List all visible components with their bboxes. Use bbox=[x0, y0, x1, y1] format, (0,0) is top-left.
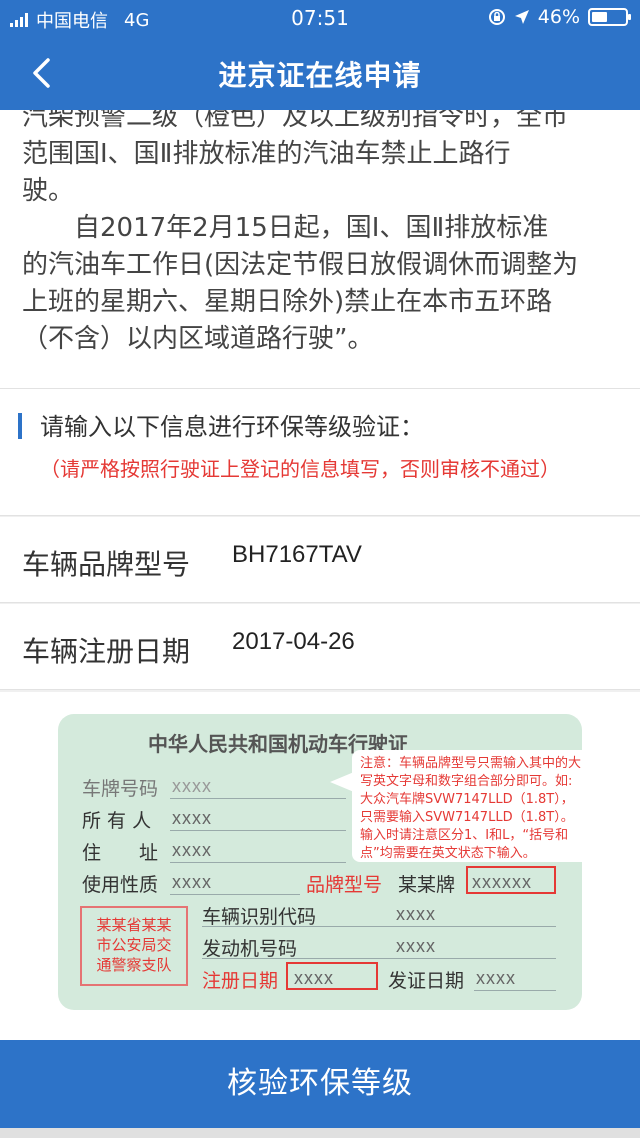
battery-percent: 46% bbox=[537, 6, 580, 28]
verify-warning: （请严格按照行驶证上登记的信息填写，否则审核不通过） bbox=[40, 457, 560, 481]
license-owner-label: 所 有 人 bbox=[82, 810, 152, 832]
intro-text: 汽柴预警二级（橙色）及以上级别指令时，全市 范围国Ⅰ、国Ⅱ排放标准的汽油车禁止上… bbox=[0, 110, 640, 388]
intro-line: 的汽油车工作日(因法定节假日放假调休而调整为 bbox=[22, 250, 579, 280]
intro-line: 自2017年2月15日起，国Ⅰ、国Ⅱ排放标准 bbox=[22, 213, 549, 243]
status-bar: 中国电信 4G 07:51 46% bbox=[0, 0, 640, 36]
stamp-line: 某某省某某 bbox=[96, 916, 172, 934]
note-line: 输入时请注意区分1、I和L，“括号和 bbox=[360, 828, 569, 843]
note-line: 写英文字母和数字组合部分即可。如: bbox=[360, 774, 573, 789]
brand-model-input[interactable]: BH7167TAV bbox=[232, 541, 362, 569]
license-line bbox=[170, 862, 346, 863]
intro-line: 上班的星期六、星期日除外)禁止在本市五环路 bbox=[22, 287, 553, 317]
license-line bbox=[170, 894, 300, 895]
stamp-line: 通警察支队 bbox=[96, 956, 172, 974]
police-stamp: 某某省某某 市公安局交 通警察支队 bbox=[80, 906, 188, 986]
nav-bar: 进京证在线申请 bbox=[0, 36, 640, 110]
license-issuedate-value: xxxx bbox=[476, 968, 516, 988]
section-accent-bar bbox=[18, 413, 22, 439]
license-regdate-label: 注册日期 bbox=[202, 970, 279, 992]
status-right: 46% bbox=[488, 6, 631, 28]
license-regdate-value: xxxx bbox=[294, 968, 334, 988]
note-pointer bbox=[330, 772, 354, 792]
brand-model-field[interactable]: 车辆品牌型号 BH7167TAV bbox=[0, 517, 640, 603]
license-line bbox=[202, 958, 556, 959]
orientation-lock-icon bbox=[488, 9, 505, 25]
license-plate-value: xxxx bbox=[172, 776, 212, 796]
license-line bbox=[474, 990, 556, 991]
note-line: 大众汽车牌SVW7147LLD（1.8T）， bbox=[360, 792, 574, 807]
note-line: 注意：车辆品牌型号只需输入其中的大 bbox=[360, 756, 582, 771]
intro-line: 驶。 bbox=[22, 176, 75, 206]
license-usage-label: 使用性质 bbox=[82, 874, 159, 896]
license-plate-label: 车牌号码 bbox=[82, 778, 159, 800]
location-arrow-icon bbox=[514, 10, 529, 24]
register-date-field[interactable]: 车辆注册日期 2017-04-26 bbox=[0, 604, 640, 690]
brand-model-note: 注意：车辆品牌型号只需输入其中的大 写英文字母和数字组合部分即可。如: 大众汽车… bbox=[352, 750, 624, 862]
license-address-label: 住 址 bbox=[82, 842, 159, 864]
license-engine-label: 发动机号码 bbox=[202, 938, 298, 960]
stamp-line: 市公安局交 bbox=[96, 936, 172, 954]
verify-eco-level-button[interactable]: 核验环保等级 bbox=[0, 1040, 640, 1128]
page-title: 进京证在线申请 bbox=[218, 59, 422, 92]
license-vin-value: xxxx bbox=[396, 904, 436, 924]
battery-icon bbox=[588, 8, 631, 26]
license-issuedate-label: 发证日期 bbox=[388, 970, 465, 992]
license-line bbox=[170, 830, 346, 831]
license-brand-xs: xxxxxx bbox=[472, 872, 532, 892]
license-sample-area: 中华人民共和国机动车行驶证 车牌号码 xxxx 所 有 人 xxxx 住 址 x… bbox=[0, 692, 640, 1040]
intro-line: （不含）以内区域道路行驶”。 bbox=[22, 324, 374, 354]
license-engine-value: xxxx bbox=[396, 936, 436, 956]
note-line: 只需要输入SVW7147LLD（1.8T）。 bbox=[360, 810, 574, 825]
register-date-input[interactable]: 2017-04-26 bbox=[232, 628, 355, 656]
license-owner-value: xxxx bbox=[172, 808, 212, 828]
brand-model-label: 车辆品牌型号 bbox=[22, 548, 191, 581]
license-address-value: xxxx bbox=[172, 840, 212, 860]
license-usage-value: xxxx bbox=[172, 872, 212, 892]
license-brand-label: 品牌型号 bbox=[306, 874, 383, 896]
verify-heading: 请输入以下信息进行环保等级验证： bbox=[40, 413, 424, 441]
license-vin-label: 车辆识别代码 bbox=[202, 906, 317, 928]
intro-line: 范围国Ⅰ、国Ⅱ排放标准的汽油车禁止上路行 bbox=[22, 139, 511, 169]
verify-section: 请输入以下信息进行环保等级验证： （请严格按照行驶证上登记的信息填写，否则审核不… bbox=[0, 388, 640, 516]
battery-fill bbox=[592, 12, 607, 22]
intro-line: 汽柴预警二级（橙色）及以上级别指令时，全市 bbox=[22, 110, 569, 132]
license-line bbox=[202, 926, 556, 927]
license-line bbox=[170, 798, 346, 799]
note-line: 点”均需要在英文状态下输入。 bbox=[360, 846, 536, 861]
bottom-strip bbox=[0, 1128, 640, 1138]
license-brand-value: 某某牌 bbox=[398, 874, 456, 896]
register-date-label: 车辆注册日期 bbox=[22, 635, 191, 668]
